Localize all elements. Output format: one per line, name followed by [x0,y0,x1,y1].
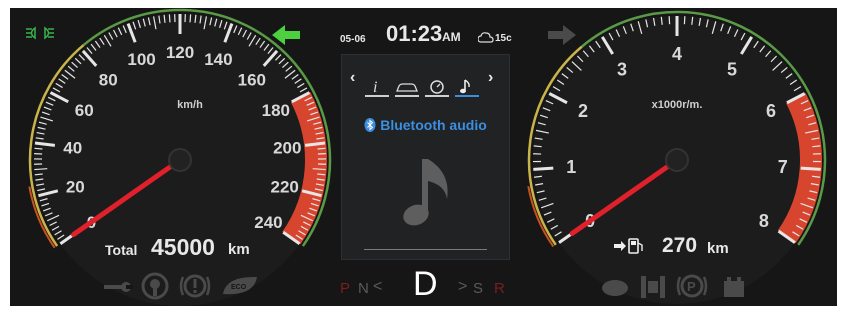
tick-label-1: 1 [566,157,576,177]
left-turn-signal-icon [272,25,300,45]
tick-label-140: 140 [204,50,232,69]
gear-shift-left-arrow: < [373,278,383,295]
car-icon[interactable] [394,77,420,97]
media-source-label: Bluetooth audio [380,117,487,133]
tick-label-20: 20 [66,177,85,196]
tick-label-240: 240 [254,213,282,232]
info-icon[interactable]: i [364,77,390,97]
tick-label-180: 180 [262,101,290,120]
tick-label-8: 8 [759,211,769,231]
gear-n: N [358,280,369,297]
svg-text:ECO: ECO [231,284,247,291]
gear-p: P [340,280,351,297]
odometer-unit: km [228,241,250,258]
temperature-display: 15c [495,33,512,44]
tachometer: 012345678x1000r/m. [527,10,827,304]
date-display: 05-06 [340,34,366,45]
tick-label-100: 100 [127,50,155,69]
media-prev-arrow[interactable]: ‹ [350,69,355,87]
brake-warning-icon [179,274,211,298]
fuel-range-value: 270 [662,234,698,257]
tick-label-120: 120 [166,43,194,62]
odometer-value: 45000 [151,234,215,260]
progress-bar [364,249,487,250]
tick-label-3: 3 [617,59,627,79]
gear-d-active: D [413,265,438,303]
tick-label-5: 5 [727,59,737,79]
gauge-icon[interactable] [424,77,450,97]
clock-time: 01:23 [386,21,443,46]
gear-s: S [473,280,484,297]
tick-label-7: 7 [778,157,788,177]
tire-pressure-icon [641,276,665,298]
music-note-icon [403,159,448,226]
right-turn-signal-icon [548,25,576,45]
headlight-indicator-icon [26,26,54,40]
instrument-cluster: 020406080100120140160180200220240km/h 01… [10,8,837,306]
gear-r: R [494,280,505,297]
tick-label-40: 40 [63,138,82,157]
odometer-label: Total [105,242,138,258]
tick-label-60: 60 [75,101,94,120]
tick-label-200: 200 [273,138,301,157]
gauge-unit-label: x1000r/m. [652,99,703,111]
gear-shift-right-arrow: > [458,278,468,295]
svg-text:i: i [373,79,377,96]
tick-label-4: 4 [672,44,682,64]
tick-label-160: 160 [238,70,266,89]
tick-label-80: 80 [99,70,118,89]
tick-label-220: 220 [271,177,299,196]
steering-warning-icon [141,272,169,300]
engine-oil-icon [602,280,628,296]
bluetooth-icon [364,118,376,132]
cloud-icon [478,32,494,43]
speedometer: 020406080100120140160180200220240km/h [28,8,332,306]
tick-label-6: 6 [766,101,776,121]
eco-leaf-icon: ECO [223,276,257,295]
parking-brake-icon: P [676,274,708,298]
fuel-range-unit: km [707,240,729,257]
battery-icon [724,277,744,297]
music-note-tab-icon[interactable] [454,77,480,97]
fuel-pump-icon [614,238,643,254]
wrench-icon [104,282,133,292]
media-source-title: Bluetooth audio [342,117,509,133]
media-panel: ‹ i › Bluetooth audio [341,54,510,260]
gauge-unit-label: km/h [177,99,203,111]
media-next-arrow[interactable]: › [488,69,493,87]
clock-ampm: AM [442,30,461,44]
tick-label-2: 2 [578,101,588,121]
svg-text:P: P [687,279,696,294]
